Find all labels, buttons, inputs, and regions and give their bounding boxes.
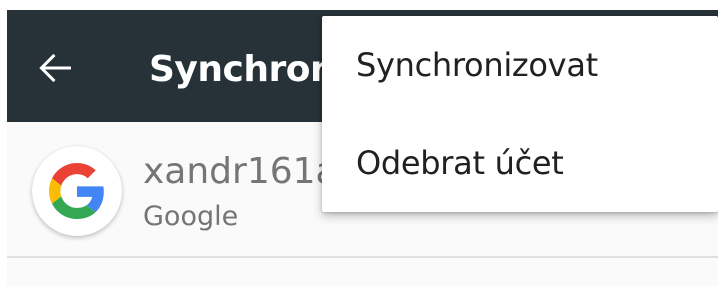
status-strip [0, 0, 718, 10]
divider [7, 256, 718, 258]
screen: Synchronizace xandr161a Google Synchroni… [0, 0, 718, 286]
google-g-icon [49, 163, 104, 219]
menu-item-label: Odebrat účet [356, 144, 564, 182]
avatar [32, 146, 122, 236]
account-type: Google [143, 201, 239, 232]
menu-item-remove-account[interactable]: Odebrat účet [322, 114, 718, 212]
menu-item-label: Synchronizovat [356, 46, 598, 84]
overflow-menu: Synchronizovat Odebrat účet [322, 16, 718, 212]
account-name: xandr161a [143, 151, 338, 192]
arrow-left-icon[interactable] [35, 48, 75, 88]
menu-item-sync-now[interactable]: Synchronizovat [322, 16, 718, 114]
